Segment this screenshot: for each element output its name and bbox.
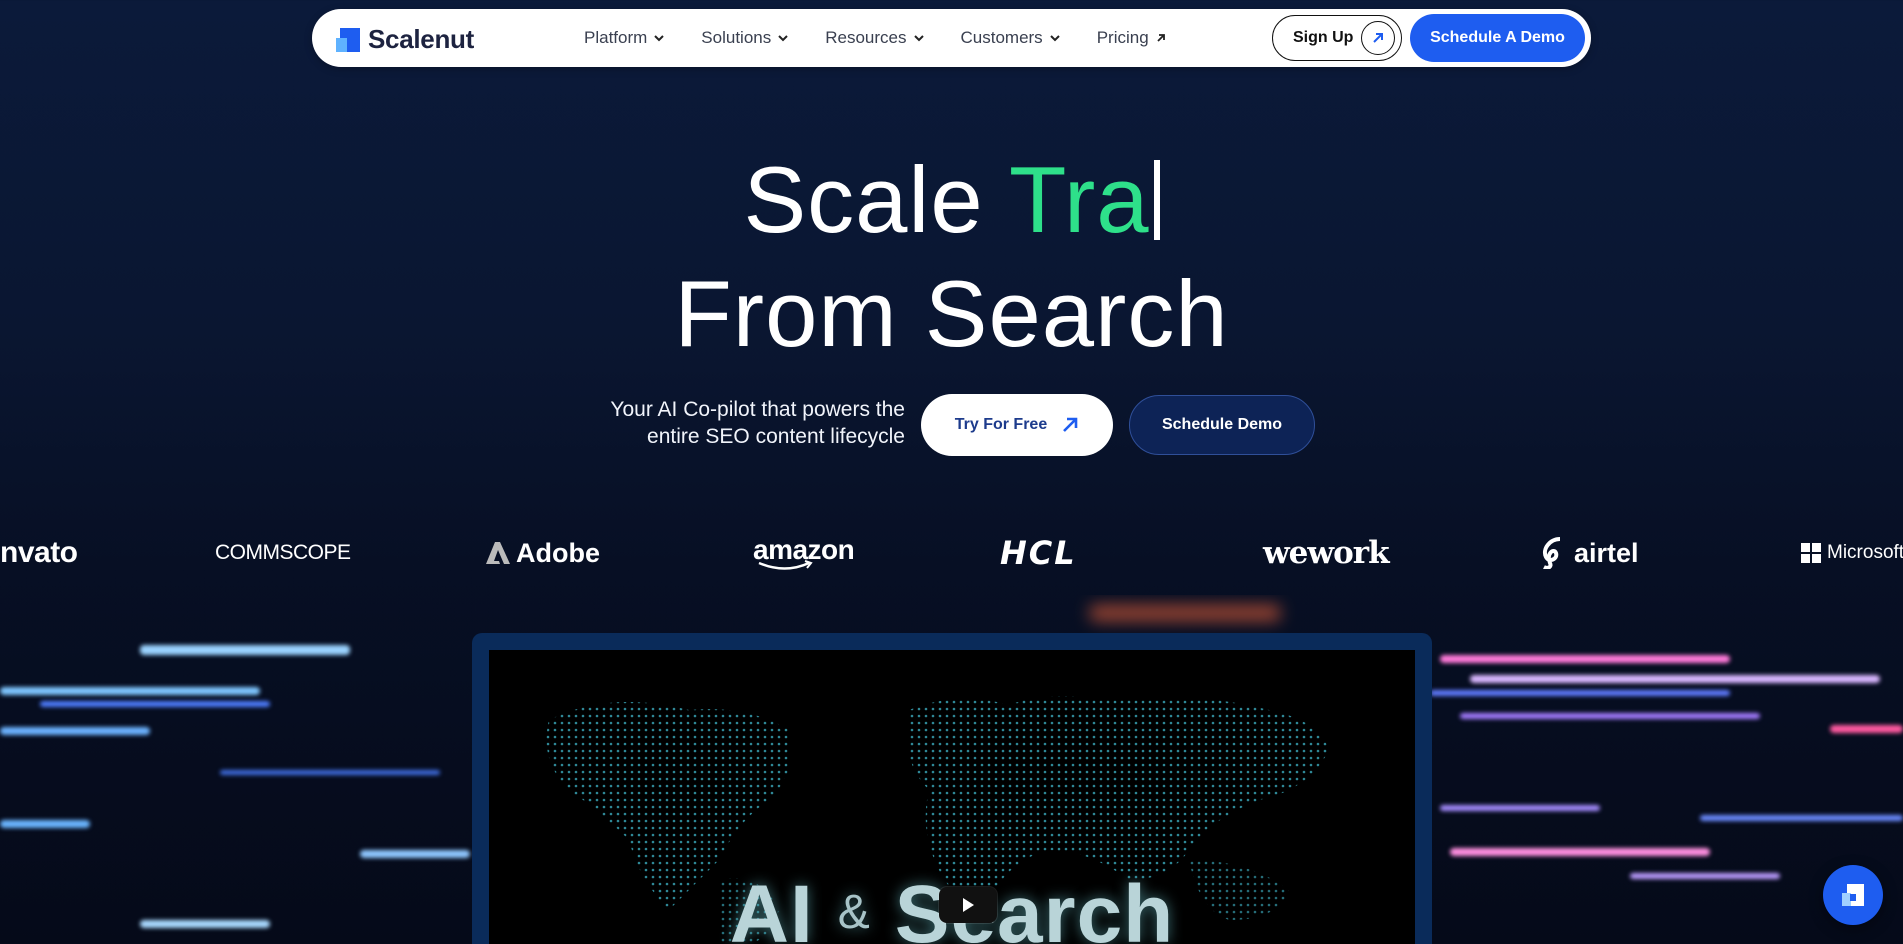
nav-item-pricing[interactable]: Pricing [1097, 28, 1167, 48]
video-title-amp: & [837, 886, 871, 939]
nav-links: Platform Solutions Resources Customers P… [584, 9, 1203, 67]
nav-item-label: Solutions [701, 28, 772, 47]
arrow-up-right-icon [1063, 417, 1078, 432]
nav-item-resources[interactable]: Resources [825, 28, 924, 48]
video-title-left: AI [729, 869, 814, 944]
chevron-down-icon [913, 35, 924, 42]
schedule-a-demo-button[interactable]: Schedule A Demo [1410, 14, 1585, 62]
adobe-logo: Adobe [486, 528, 600, 578]
hero-title-line2: From Search [674, 261, 1229, 366]
microsoft-logo: Microsoft [1801, 528, 1903, 578]
typing-cursor [1153, 160, 1160, 240]
tagline-line1: Your AI Co-pilot that powers the [610, 398, 905, 421]
wework-logo: wework [1263, 535, 1390, 571]
video-player[interactable]: AI & Search [489, 650, 1415, 944]
chat-widget-button[interactable] [1823, 865, 1883, 925]
nav-item-label: Resources [825, 28, 907, 47]
top-navbar: Scalenut Platform Solutions Resources Cu… [312, 9, 1591, 67]
try-for-free-label: Try For Free [954, 416, 1048, 433]
adobe-icon [486, 542, 510, 564]
sign-up-button[interactable]: Sign Up [1272, 15, 1402, 61]
nav-item-label: Platform [584, 28, 648, 47]
scalenut-logo-icon [336, 27, 360, 52]
adobe-wordmark: Adobe [516, 537, 600, 568]
nav-item-solutions[interactable]: Solutions [701, 28, 789, 48]
try-for-free-button[interactable]: Try For Free [921, 394, 1113, 456]
arrow-up-right-icon [1361, 21, 1395, 55]
schedule-demo-button[interactable]: Schedule Demo [1129, 395, 1315, 455]
play-icon [963, 898, 974, 912]
amazon-logo: amazon [753, 528, 855, 578]
tagline-line2: entire SEO content lifecycle [647, 425, 905, 448]
envato-logo: nvato [0, 536, 78, 569]
hero-title-prefix: Scale [743, 147, 1010, 252]
scalenut-chat-icon [1842, 884, 1864, 906]
hero-title-typed: Tra [1009, 147, 1150, 252]
hero-tagline: Your AI Co-pilot that powers the entire … [560, 396, 905, 450]
chevron-down-icon [654, 35, 665, 42]
airtel-icon [1543, 537, 1561, 569]
video-frame: AI & Search [472, 633, 1432, 944]
nav-item-label: Customers [960, 28, 1043, 47]
scalenut-logo[interactable]: Scalenut [336, 24, 474, 55]
hcl-logo: HCL [1000, 534, 1077, 572]
chevron-down-icon [778, 35, 788, 42]
arrow-up-right-icon [1157, 34, 1165, 42]
customer-logos-strip: nvato COMMSCOPE Adobe amazon HCL wework … [0, 528, 1903, 578]
nav-item-label: Pricing [1096, 28, 1149, 47]
play-button[interactable] [939, 887, 997, 923]
brand-name: Scalenut [368, 24, 474, 54]
video-title-right: Search [894, 869, 1175, 944]
chevron-down-icon [1049, 35, 1060, 42]
sign-up-label: Sign Up [1293, 29, 1354, 46]
hero-title-line1: Scale Tra [0, 148, 1903, 252]
airtel-wordmark: airtel [1574, 537, 1639, 568]
amazon-smile-icon [758, 560, 813, 570]
nav-item-customers[interactable]: Customers [961, 28, 1061, 48]
microsoft-wordmark: Microsoft [1827, 542, 1903, 563]
nav-item-platform[interactable]: Platform [584, 28, 665, 48]
microsoft-icon [1801, 543, 1821, 563]
commscope-logo: COMMSCOPE [215, 541, 351, 564]
airtel-logo: airtel [1540, 528, 1639, 578]
